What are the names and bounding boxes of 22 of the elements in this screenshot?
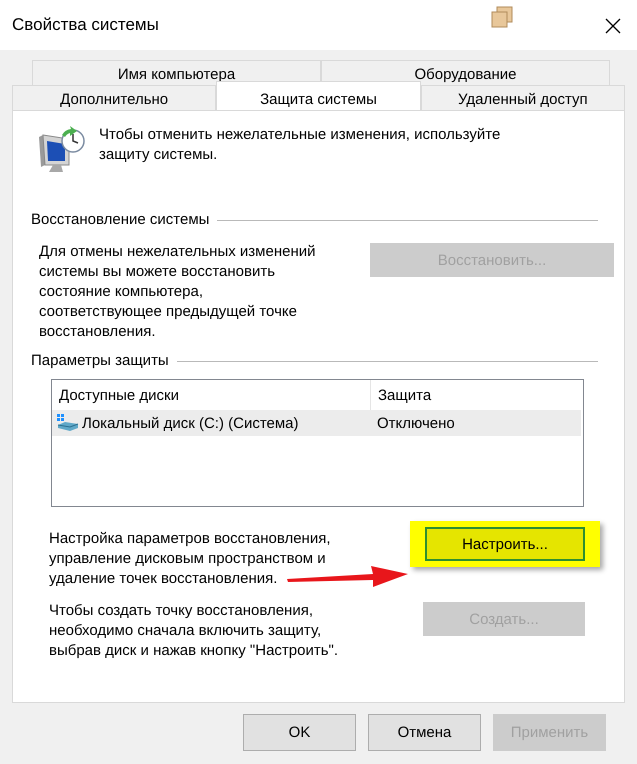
close-icon — [605, 18, 621, 34]
drive-icon — [57, 414, 79, 432]
section-heading: Параметры защиты — [31, 352, 169, 369]
restore-description: Для отмены нежелательных изменений системы вы можете восстановить состояние компьютера, соответствующее предыдущей точке восстановления. — [39, 242, 316, 342]
intro-text: Чтобы отменить нежелательные изменения, используйте защиту системы. — [99, 125, 500, 165]
table-cell: Локальный диск (C:) (Система) — [82, 414, 299, 432]
tab[interactable]: Дополнительно — [12, 85, 216, 110]
disk-row[interactable]: Локальный диск (C:) (Система) Отключено — [52, 410, 581, 436]
dialog-button[interactable]: OK — [243, 714, 356, 751]
create-description: Чтобы создать точку восстановления, необходимо сначала включить защиту, выбрав диск и нажав кнопку "Настроить". — [49, 601, 338, 661]
column-header[interactable]: Доступные диски — [52, 380, 370, 410]
tab[interactable]: Имя компьютера — [32, 60, 321, 85]
configure-description: Настройка параметров восстановления, управление дисковым пространством и удаление точек восстановления. — [49, 529, 330, 589]
action-button[interactable]: Настроить... — [425, 527, 585, 561]
window-title: Свойства системы — [12, 15, 159, 35]
tab[interactable]: Удаленный доступ — [420, 85, 625, 110]
stacked-squares-icon — [490, 6, 514, 30]
tab[interactable]: Защита системы — [216, 81, 421, 110]
tab[interactable]: Оборудование — [321, 60, 610, 85]
dialog-button[interactable]: Отмена — [368, 714, 481, 751]
section-heading: Восстановление системы — [31, 211, 210, 228]
table-cell: Отключено — [377, 414, 455, 432]
